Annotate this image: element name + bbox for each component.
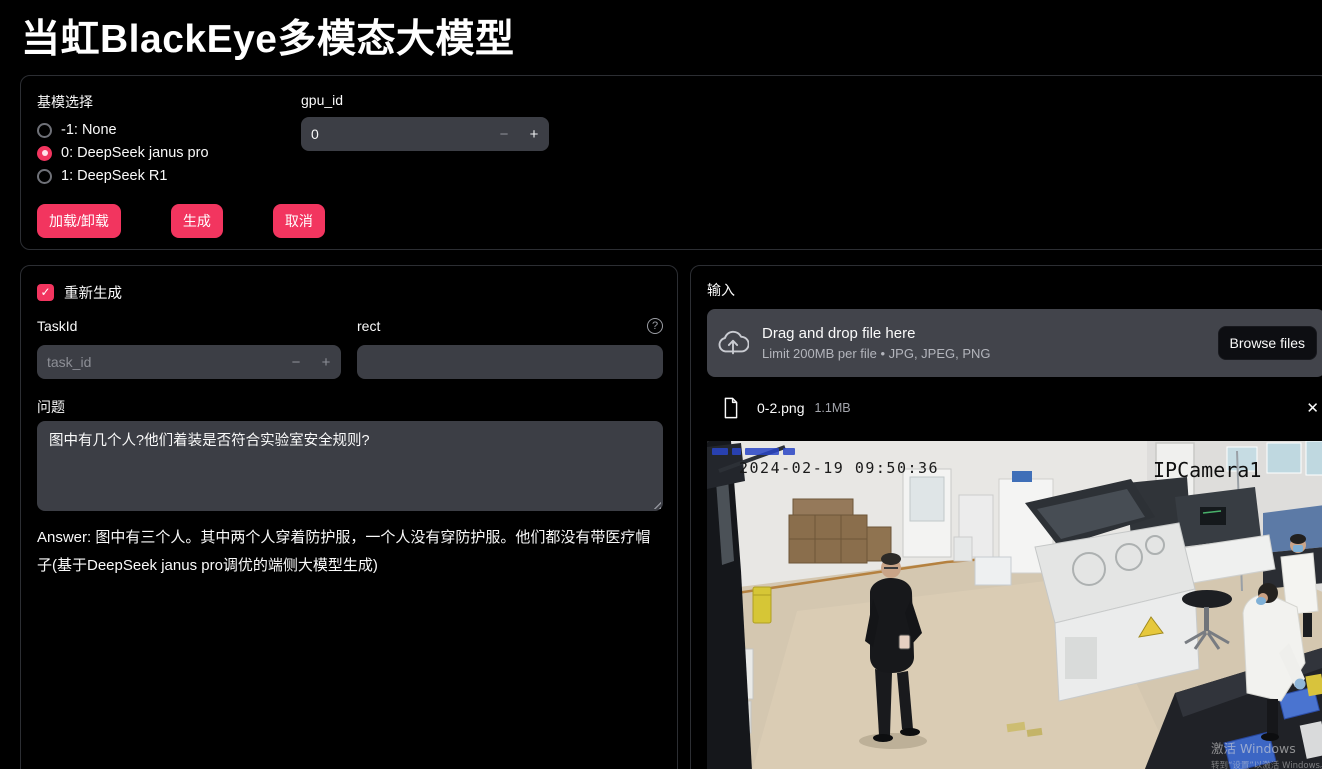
radio-label: -1: None	[61, 122, 117, 138]
dropzone-title: Drag and drop file here	[762, 325, 991, 342]
input-panel: 输入 Drag and drop file here Limit 200MB p…	[690, 265, 1322, 769]
task-id-decrement-button[interactable]: −	[281, 354, 311, 371]
rect-label: rect	[357, 318, 380, 334]
generate-button[interactable]: 生成	[171, 204, 223, 238]
question-label: 问题	[37, 397, 65, 417]
radio-option-janus-pro[interactable]: 0: DeepSeek janus pro	[37, 144, 209, 162]
gpu-id-decrement-button[interactable]: −	[489, 126, 519, 143]
file-size: 1.1MB	[814, 401, 850, 415]
action-button-row: 加载/卸载 生成 取消	[37, 204, 325, 238]
gpu-id-stepper: − +	[301, 117, 549, 151]
page-title: 当虹BlackEye多模态大模型	[21, 8, 514, 64]
windows-watermark-line2: 转到“设置”以激活 Windows。	[1211, 760, 1322, 769]
upload-dropzone[interactable]: Drag and drop file here Limit 200MB per …	[707, 309, 1322, 377]
task-id-stepper: − +	[37, 345, 341, 379]
base-model-label: 基模选择	[37, 92, 93, 112]
gpu-id-block: gpu_id − +	[301, 92, 549, 151]
answer-text: Answer: 图中有三个人。其中两个人穿着防护服，一个人没有穿防护服。他们都没…	[37, 524, 661, 580]
cancel-button[interactable]: 取消	[273, 204, 325, 238]
radio-option-none[interactable]: -1: None	[37, 121, 209, 139]
query-panel: ✓ 重新生成 TaskId − + rect ? 问题 图中有几个人?他们着装是…	[20, 265, 678, 769]
load-unload-button[interactable]: 加载/卸载	[37, 204, 121, 238]
app-root: 当虹BlackEye多模态大模型 基模选择 -1: None 0: DeepSe…	[0, 0, 1322, 769]
checkbox-checked-icon[interactable]: ✓	[37, 284, 54, 301]
radio-icon[interactable]	[37, 123, 52, 138]
task-id-input[interactable]	[37, 354, 281, 370]
task-id-field: TaskId − +	[37, 316, 341, 379]
dropzone-text: Drag and drop file here Limit 200MB per …	[762, 325, 991, 361]
input-panel-label: 输入	[707, 280, 735, 300]
gpu-id-input[interactable]	[301, 126, 489, 142]
task-id-increment-button[interactable]: +	[311, 354, 341, 371]
question-textarea[interactable]: 图中有几个人?他们着装是否符合实验室安全规则?	[37, 421, 663, 511]
gpu-id-label: gpu_id	[301, 92, 549, 108]
lab-cctv-image: 2024-02-19 09:50:36 IPCamera1 激活 Windows…	[707, 441, 1322, 769]
help-icon[interactable]: ?	[647, 318, 663, 334]
radio-icon-selected[interactable]	[37, 146, 52, 161]
remove-file-button[interactable]: ✕	[1306, 399, 1319, 417]
radio-label: 1: DeepSeek R1	[61, 168, 167, 184]
radio-option-r1[interactable]: 1: DeepSeek R1	[37, 167, 209, 185]
radio-label: 0: DeepSeek janus pro	[61, 145, 209, 161]
rect-field: rect ?	[357, 316, 663, 379]
file-name: 0-2.png	[757, 400, 804, 416]
browse-files-button[interactable]: Browse files	[1218, 326, 1317, 360]
regenerate-checkbox-label: 重新生成	[64, 282, 122, 303]
rect-input[interactable]	[357, 345, 663, 379]
yellow-bin	[753, 587, 771, 623]
gpu-id-increment-button[interactable]: +	[519, 126, 549, 143]
task-id-label: TaskId	[37, 318, 77, 334]
cctv-timestamp: 2024-02-19 09:50:36	[739, 459, 939, 477]
model-config-panel: 基模选择 -1: None 0: DeepSeek janus pro 1: D…	[20, 75, 1322, 250]
regenerate-checkbox-row[interactable]: ✓ 重新生成	[37, 282, 122, 303]
uploaded-image-preview: 2024-02-19 09:50:36 IPCamera1 激活 Windows…	[707, 441, 1322, 769]
file-document-icon	[723, 396, 739, 420]
cloud-upload-icon	[717, 330, 749, 356]
uploaded-file-row: 0-2.png 1.1MB ✕	[707, 393, 1322, 423]
windows-watermark-line1: 激活 Windows	[1211, 741, 1296, 756]
radio-icon[interactable]	[37, 169, 52, 184]
camera-name-label: IPCamera1	[1153, 458, 1261, 482]
dropzone-limit: Limit 200MB per file • JPG, JPEG, PNG	[762, 346, 991, 361]
base-model-radio-group: -1: None 0: DeepSeek janus pro 1: DeepSe…	[37, 121, 209, 185]
